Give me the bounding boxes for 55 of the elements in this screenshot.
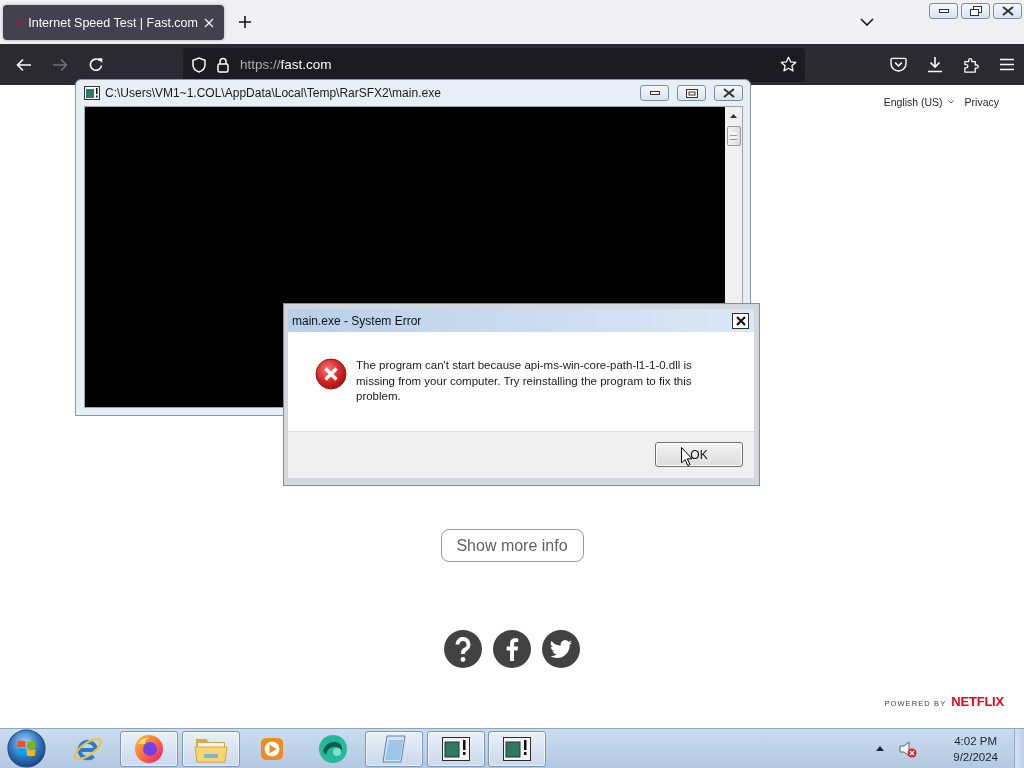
help-icon[interactable] bbox=[444, 630, 482, 668]
menu-icon[interactable] bbox=[999, 58, 1015, 71]
error-icon bbox=[315, 358, 347, 390]
new-tab-icon[interactable] bbox=[238, 15, 252, 29]
close-button[interactable] bbox=[993, 3, 1022, 19]
download-icon[interactable] bbox=[927, 56, 943, 73]
window-title: C:\Users\VM1~1.COL\AppData\Local\Temp\RarSFX2\main.exe bbox=[105, 86, 441, 100]
clock-date: 9/2/2024 bbox=[953, 749, 998, 765]
close-icon bbox=[722, 88, 735, 98]
close-button[interactable] bbox=[732, 312, 749, 329]
chevron-down-icon[interactable] bbox=[860, 18, 874, 26]
console-window-icon[interactable] bbox=[441, 736, 470, 761]
minimize-icon bbox=[649, 91, 660, 95]
pocket-icon[interactable] bbox=[890, 57, 907, 72]
bird-icon[interactable] bbox=[542, 630, 580, 668]
console-window-icon[interactable] bbox=[503, 736, 532, 761]
close-button[interactable] bbox=[714, 85, 743, 101]
reload-icon[interactable] bbox=[88, 56, 104, 73]
language-select[interactable]: English (US) bbox=[883, 96, 954, 108]
close-icon bbox=[1001, 6, 1014, 16]
restore-icon bbox=[969, 6, 982, 16]
speaker-icon[interactable] bbox=[899, 739, 918, 758]
show-more-info-button[interactable]: Show more info bbox=[440, 529, 584, 562]
address-field[interactable]: https://fast.com bbox=[183, 47, 805, 82]
facebook-icon[interactable] bbox=[493, 630, 531, 668]
lock-icon[interactable] bbox=[217, 56, 229, 73]
swirl-app-icon[interactable] bbox=[317, 733, 350, 764]
chevron-down-icon bbox=[947, 100, 954, 104]
caret-up-icon[interactable] bbox=[876, 746, 885, 751]
maximize-button[interactable] bbox=[677, 85, 706, 101]
close-icon bbox=[735, 315, 746, 326]
extensions-icon[interactable] bbox=[963, 56, 979, 73]
netflix-logo: NETFLIX bbox=[951, 694, 1004, 709]
minimize-icon bbox=[938, 9, 949, 13]
firefox-icon[interactable] bbox=[134, 733, 165, 764]
scrollbar-thumb[interactable] bbox=[726, 126, 741, 146]
minimize-button[interactable] bbox=[929, 3, 958, 19]
error-message: The program can't start because api-ms-win-core-path-l1-1-0.dll is missing from your computer. Try reinstalling the program to fix this problem. bbox=[356, 358, 693, 404]
close-tab-icon[interactable] bbox=[204, 17, 214, 28]
clock-time: 4:02 PM bbox=[954, 733, 998, 749]
taskbar-button[interactable] bbox=[488, 730, 547, 767]
ok-button[interactable]: OK bbox=[655, 442, 743, 467]
shield-icon[interactable] bbox=[192, 56, 206, 73]
browser-tab[interactable]: Internet Speed Test | Fast.com bbox=[3, 5, 224, 40]
taskbar-button[interactable] bbox=[426, 730, 485, 767]
privacy-link[interactable]: Privacy bbox=[964, 96, 999, 108]
console-app-icon bbox=[84, 86, 100, 100]
minimize-button[interactable] bbox=[640, 85, 669, 101]
back-icon[interactable] bbox=[16, 57, 32, 72]
star-icon[interactable] bbox=[780, 56, 797, 73]
dialog-title: main.exe - System Error bbox=[292, 313, 422, 328]
restore-button[interactable] bbox=[961, 3, 990, 19]
windows-start-icon[interactable] bbox=[7, 729, 46, 768]
maximize-icon bbox=[685, 88, 698, 98]
caret-up-icon bbox=[730, 113, 737, 118]
